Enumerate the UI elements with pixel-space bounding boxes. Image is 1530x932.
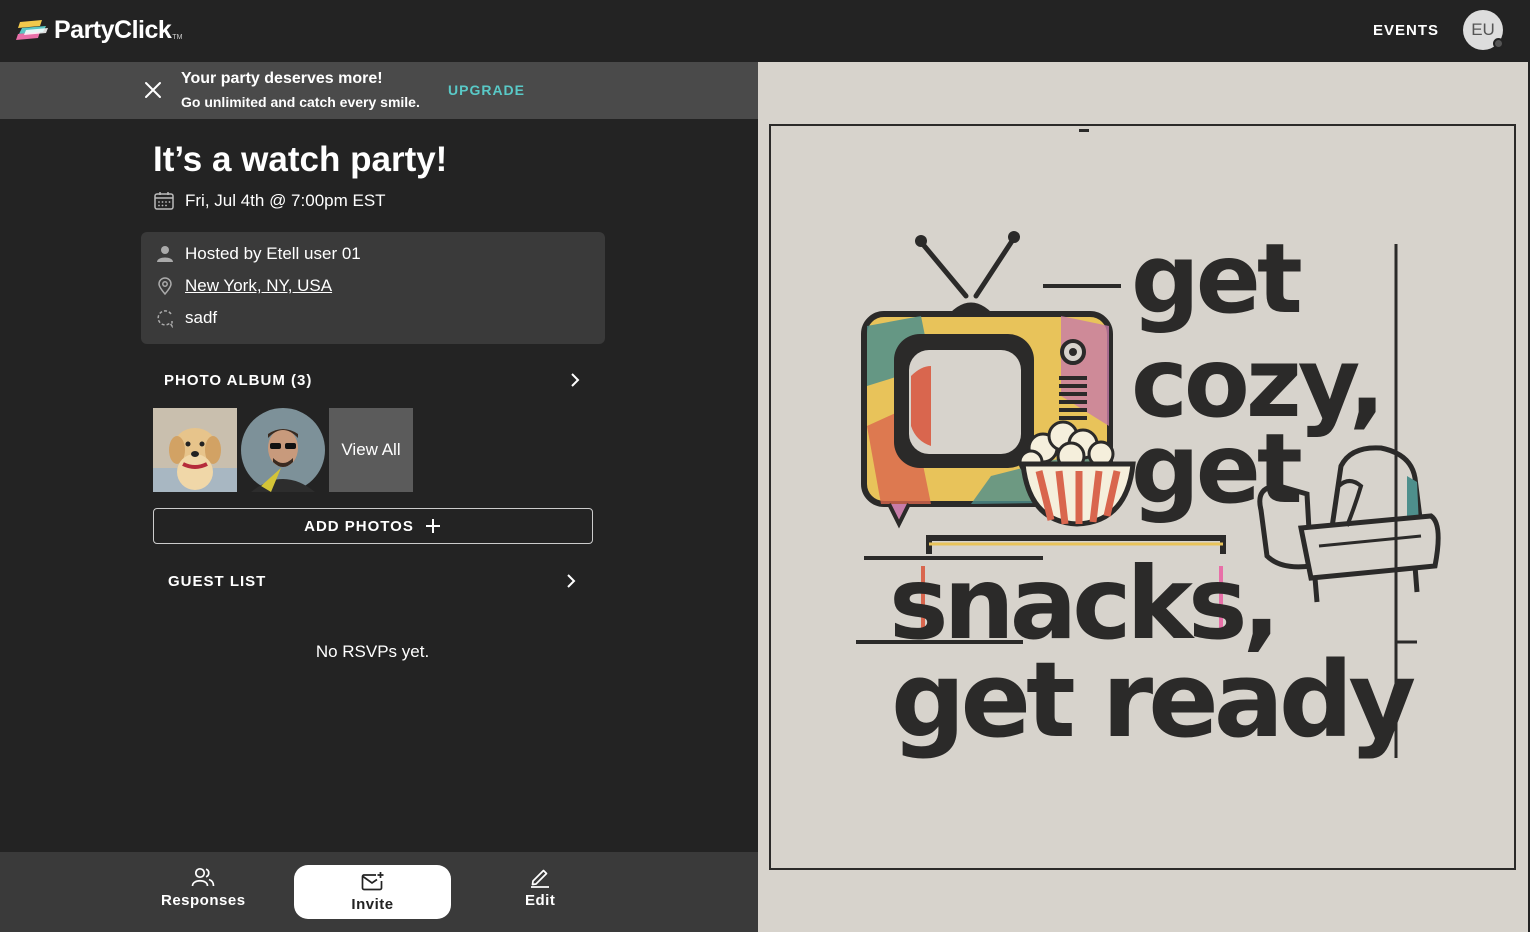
envelope-plus-icon <box>361 872 383 891</box>
event-date: Fri, Jul 4th @ 7:00pm EST <box>185 191 386 210</box>
upgrade-link[interactable]: UPGRADE <box>448 82 525 98</box>
plus-icon <box>425 519 440 533</box>
event-date-row: Fri, Jul 4th @ 7:00pm EST <box>153 190 386 212</box>
invite-button[interactable]: Invite <box>294 865 451 919</box>
logo-trademark: TM <box>172 33 183 41</box>
view-all-photos-button[interactable]: View All <box>329 408 413 492</box>
photo-thumbnail-person[interactable] <box>241 408 325 492</box>
invitation-card-frame: get cozy, get snacks, get ready <box>769 124 1516 870</box>
photo-thumbnails: View All <box>153 408 413 492</box>
add-photos-button[interactable]: ADD PHOTOS <box>153 508 593 544</box>
puppy-photo <box>153 408 237 492</box>
responses-button[interactable]: Responses <box>161 866 246 909</box>
person-icon <box>157 246 173 262</box>
responses-label: Responses <box>161 892 246 909</box>
top-bar: PartyClick TM EVENTS EU <box>0 0 1530 62</box>
logo-mark-icon <box>16 20 48 40</box>
no-rsvps-message: No RSVPs yet. <box>315 642 430 661</box>
chevron-right-icon <box>571 373 580 387</box>
location-pin-icon <box>158 277 172 296</box>
avatar-initials: EU <box>1471 20 1495 39</box>
headline-line-1: get <box>1131 223 1301 335</box>
user-avatar[interactable]: EU <box>1463 10 1504 50</box>
invite-label: Invite <box>351 896 394 913</box>
calendar-icon <box>154 192 174 210</box>
event-note: sadf <box>185 308 218 327</box>
chat-bubble-icon <box>157 310 173 328</box>
headline-line-3: get <box>1131 413 1301 525</box>
event-title: It’s a watch party! <box>153 140 448 179</box>
people-icon <box>191 867 215 887</box>
photo-album-label: PHOTO ALBUM (3) <box>164 371 313 389</box>
chevron-right-icon <box>567 574 576 588</box>
logo-text: PartyClick <box>54 15 172 44</box>
close-icon[interactable] <box>143 80 163 100</box>
event-info-card: Hosted by Etell user 01 New York, NY, US… <box>141 232 605 344</box>
invitation-artwork: get cozy, get snacks, get ready <box>771 126 1514 868</box>
add-photos-label: ADD PHOTOS <box>304 517 414 535</box>
location-link[interactable]: New York, NY, USA <box>185 276 332 296</box>
avatar-menu-indicator <box>1493 38 1504 49</box>
host-name: Hosted by Etell user 01 <box>185 244 361 263</box>
guest-list-label: GUEST LIST <box>168 572 267 590</box>
photo-thumbnail-puppy[interactable] <box>153 408 237 492</box>
edit-button[interactable]: Edit <box>525 866 555 909</box>
partyclick-logo[interactable]: PartyClick TM <box>16 14 182 46</box>
pencil-icon <box>531 869 550 888</box>
banner-title: Your party deserves more! <box>181 70 383 87</box>
headline-line-5: get ready <box>891 639 1414 761</box>
banner-subtitle: Go unlimited and catch every smile. <box>181 94 420 110</box>
nav-events-link[interactable]: EVENTS <box>1373 22 1439 39</box>
upgrade-banner: Your party deserves more! Go unlimited a… <box>0 62 758 119</box>
person-photo <box>241 408 325 492</box>
edit-label: Edit <box>525 892 556 909</box>
event-details-pane: Your party deserves more! Go unlimited a… <box>0 62 758 932</box>
location-row: New York, NY, USA <box>155 276 332 296</box>
bottom-action-bar: Responses Invite Edit <box>0 852 758 932</box>
host-row: Hosted by Etell user 01 <box>155 244 361 264</box>
photo-album-header[interactable]: PHOTO ALBUM (3) <box>164 368 582 392</box>
note-row: sadf <box>155 308 217 328</box>
guest-list-header[interactable]: GUEST LIST <box>168 569 578 593</box>
invitation-preview: get cozy, get snacks, get ready <box>758 62 1528 932</box>
